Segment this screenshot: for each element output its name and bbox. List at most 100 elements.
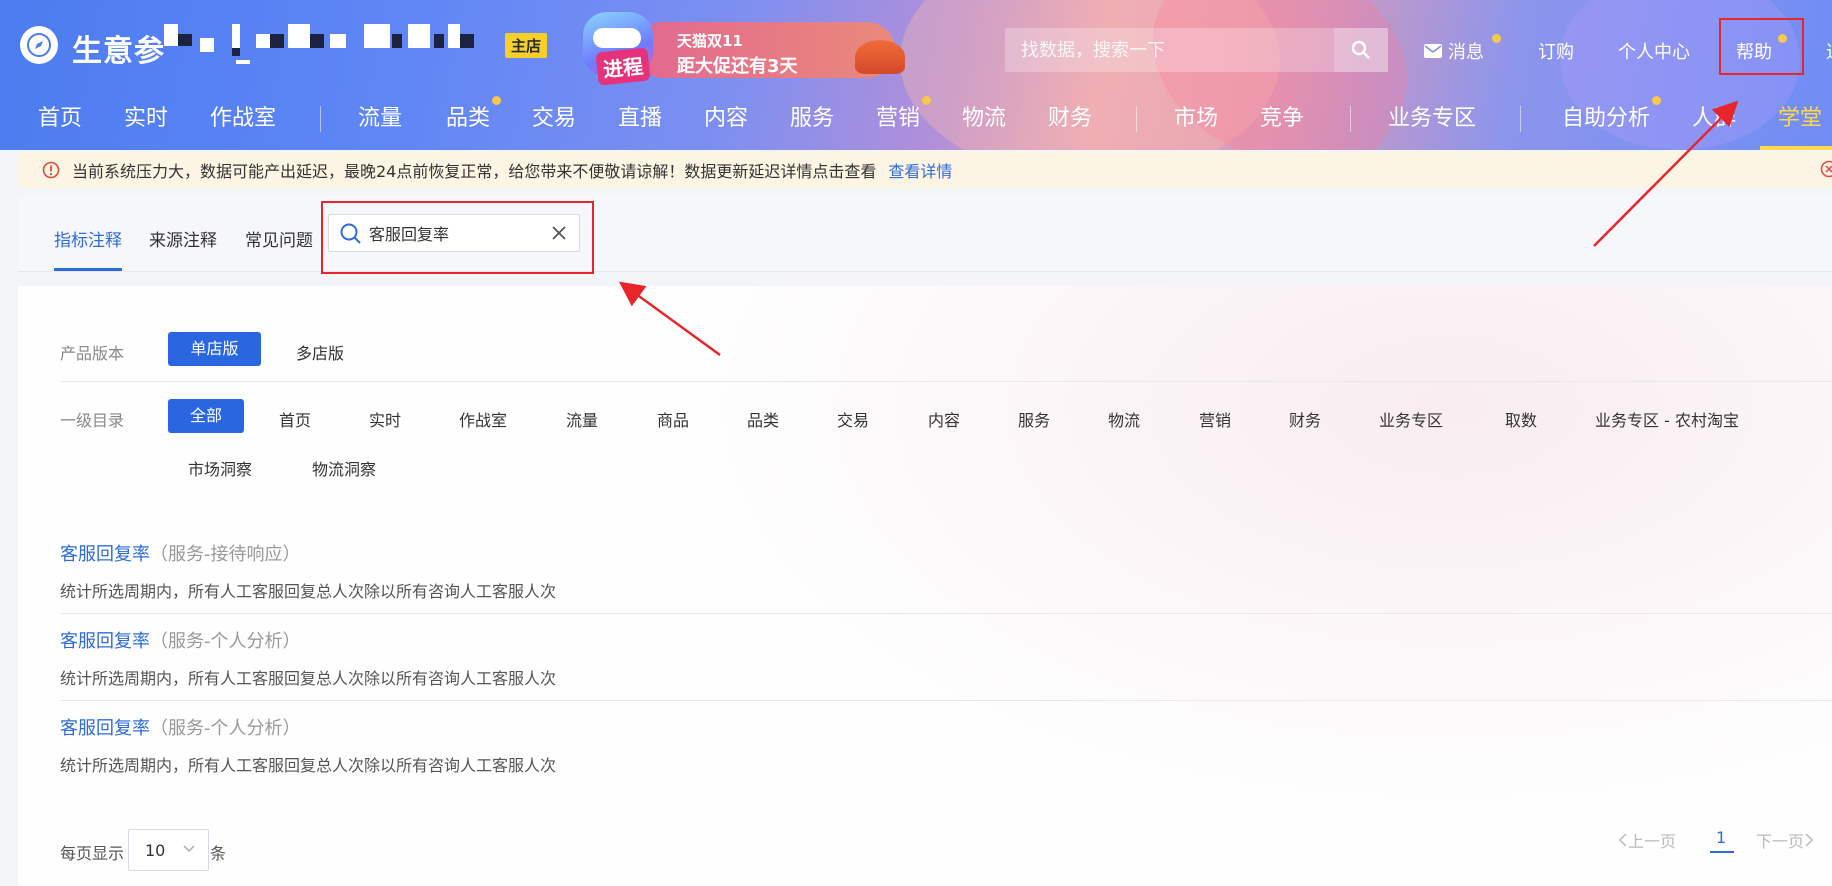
system-notice: 当前系统压力大，数据可能产出延迟，最晚24点前恢复正常，给您带来不便敬请谅解！数… xyxy=(18,152,1832,188)
result-description: 统计所选周期内，所有人工客服回复总人次除以所有咨询人工客服人次 xyxy=(60,582,557,601)
category-finance[interactable]: 财务 xyxy=(1289,407,1321,431)
nav-item-marketing[interactable]: 营销 xyxy=(876,100,920,132)
nav-item-logistics[interactable]: 物流 xyxy=(962,100,1006,132)
promo-banner[interactable]: 进程 天猫双11 距大促还有3天 xyxy=(565,8,915,86)
nav-item-content[interactable]: 内容 xyxy=(704,100,748,132)
current-page-underline xyxy=(1710,851,1734,853)
result-tag: （服务-个人分析） xyxy=(150,631,301,652)
category-home[interactable]: 首页 xyxy=(279,407,311,431)
next-page-button[interactable]: 下一页 xyxy=(1756,828,1814,852)
nav-item-service[interactable]: 服务 xyxy=(790,100,834,132)
result-name-link[interactable]: 客服回复率 xyxy=(60,718,150,739)
nav-item-self-analysis[interactable]: 自助分析 xyxy=(1562,100,1650,132)
category-content[interactable]: 内容 xyxy=(928,407,960,431)
edition-label: 产品版本 xyxy=(60,344,125,363)
chevron-left-icon xyxy=(1618,833,1627,847)
compass-logo-icon[interactable] xyxy=(20,26,58,64)
tab-source-notes[interactable]: 来源注释 xyxy=(149,226,217,251)
notice-text: 当前系统压力大，数据可能产出延迟，最晚24点前恢复正常，给您带来不便敬请谅解！数… xyxy=(72,162,877,181)
subscribe-link[interactable]: 订购 xyxy=(1538,38,1574,64)
search-button[interactable] xyxy=(1334,28,1388,72)
search-icon xyxy=(1351,40,1370,59)
personal-center-link[interactable]: 个人中心 xyxy=(1618,38,1690,64)
nav-item-category[interactable]: 品类 xyxy=(446,100,490,132)
nav-divider xyxy=(1520,106,1521,132)
mail-icon xyxy=(1424,42,1442,63)
category-data-fetch[interactable]: 取数 xyxy=(1505,407,1537,431)
nav-item-traffic[interactable]: 流量 xyxy=(358,100,402,132)
category-war-room[interactable]: 作战室 xyxy=(459,407,507,431)
nav-divider xyxy=(1350,106,1351,132)
nav-dot xyxy=(492,96,501,105)
card-background-decoration xyxy=(560,286,1832,886)
nav-item-war-room[interactable]: 作战室 xyxy=(210,100,276,132)
result-title[interactable]: 客服回复率（服务-个人分析） xyxy=(60,627,301,653)
result-name-link[interactable]: 客服回复率 xyxy=(60,544,150,565)
nav-item-finance[interactable]: 财务 xyxy=(1048,100,1092,132)
result-name-link[interactable]: 客服回复率 xyxy=(60,631,150,652)
result-divider xyxy=(60,613,1832,614)
top-header: 生意参 主店 进程 天猫双11 距大促还有3天 找数据，搜索一下 消息 订购 个… xyxy=(0,0,1832,150)
result-title[interactable]: 客服回复率（服务-个人分析） xyxy=(60,714,301,740)
app-logo-text[interactable]: 生意参 xyxy=(72,26,165,70)
category-trade[interactable]: 交易 xyxy=(837,407,869,431)
promo-badge: 进程 xyxy=(595,47,651,86)
nav-item-home[interactable]: 首页 xyxy=(38,100,82,132)
category-service[interactable]: 服务 xyxy=(1018,407,1050,431)
result-tag: （服务-接待响应） xyxy=(150,544,301,565)
help-tabs: 指标注释 来源注释 常见问题 xyxy=(18,196,1832,272)
category-rural-taobao[interactable]: 业务专区 - 农村淘宝 xyxy=(1595,407,1739,431)
prev-page-button[interactable]: 上一页 xyxy=(1618,828,1676,852)
per-page-unit: 条 xyxy=(210,844,227,863)
shop-badge: 主店 xyxy=(505,33,548,58)
chevron-right-icon xyxy=(1805,833,1814,847)
nav-item-trade[interactable]: 交易 xyxy=(532,100,576,132)
category-market-insight[interactable]: 市场洞察 xyxy=(188,456,252,480)
tab-indicator-notes[interactable]: 指标注释 xyxy=(54,226,122,251)
tab-active-underline xyxy=(54,268,122,271)
logout-link[interactable]: 退 xyxy=(1826,38,1832,64)
filter-divider xyxy=(60,381,1832,382)
tab-faq[interactable]: 常见问题 xyxy=(245,226,313,251)
messages-dot xyxy=(1492,34,1501,43)
global-search-input[interactable] xyxy=(1005,28,1335,72)
nav-item-competition[interactable]: 竞争 xyxy=(1260,100,1304,132)
category-label: 一级目录 xyxy=(60,411,125,430)
category-category[interactable]: 品类 xyxy=(747,407,779,431)
category-logistics-insight[interactable]: 物流洞察 xyxy=(312,456,376,480)
category-all[interactable]: 全部 xyxy=(168,399,244,433)
nav-divider xyxy=(1136,106,1137,132)
per-page-select[interactable]: 10 xyxy=(128,829,209,871)
nav-dot xyxy=(922,96,931,105)
category-marketing[interactable]: 营销 xyxy=(1199,407,1231,431)
per-page-value: 10 xyxy=(145,841,166,860)
close-icon[interactable] xyxy=(1820,160,1832,178)
chevron-down-icon xyxy=(183,845,195,853)
nav-item-live[interactable]: 直播 xyxy=(618,100,662,132)
category-product[interactable]: 商品 xyxy=(657,407,689,431)
category-traffic[interactable]: 流量 xyxy=(566,407,598,431)
promo-hat-icon xyxy=(855,40,905,74)
messages-link[interactable]: 消息 xyxy=(1448,38,1484,64)
result-title[interactable]: 客服回复率（服务-接待响应） xyxy=(60,540,301,566)
category-logistics[interactable]: 物流 xyxy=(1108,407,1140,431)
nav-item-realtime[interactable]: 实时 xyxy=(124,100,168,132)
nav-item-crowd[interactable]: 人群 xyxy=(1692,100,1736,132)
nav-dot xyxy=(1652,96,1661,105)
edition-single-shop[interactable]: 单店版 xyxy=(168,332,261,366)
notice-detail-link[interactable]: 查看详情 xyxy=(888,158,952,182)
warning-icon xyxy=(42,161,60,179)
edition-multi-shop[interactable]: 多店版 xyxy=(296,340,344,364)
category-realtime[interactable]: 实时 xyxy=(369,407,401,431)
search-highlight-box xyxy=(321,201,594,274)
result-tag: （服务-个人分析） xyxy=(150,718,301,739)
cat-face-icon xyxy=(593,28,641,48)
page-number-current[interactable]: 1 xyxy=(1716,828,1726,847)
category-business-zone[interactable]: 业务专区 xyxy=(1379,407,1443,431)
promo-countdown: 距大促还有3天 xyxy=(677,56,798,77)
global-search xyxy=(1005,28,1388,72)
nav-item-business-zone[interactable]: 业务专区 xyxy=(1388,100,1476,132)
prev-page-label: 上一页 xyxy=(1628,832,1677,851)
nav-item-market[interactable]: 市场 xyxy=(1174,100,1218,132)
nav-item-academy[interactable]: 学堂 xyxy=(1778,100,1822,132)
